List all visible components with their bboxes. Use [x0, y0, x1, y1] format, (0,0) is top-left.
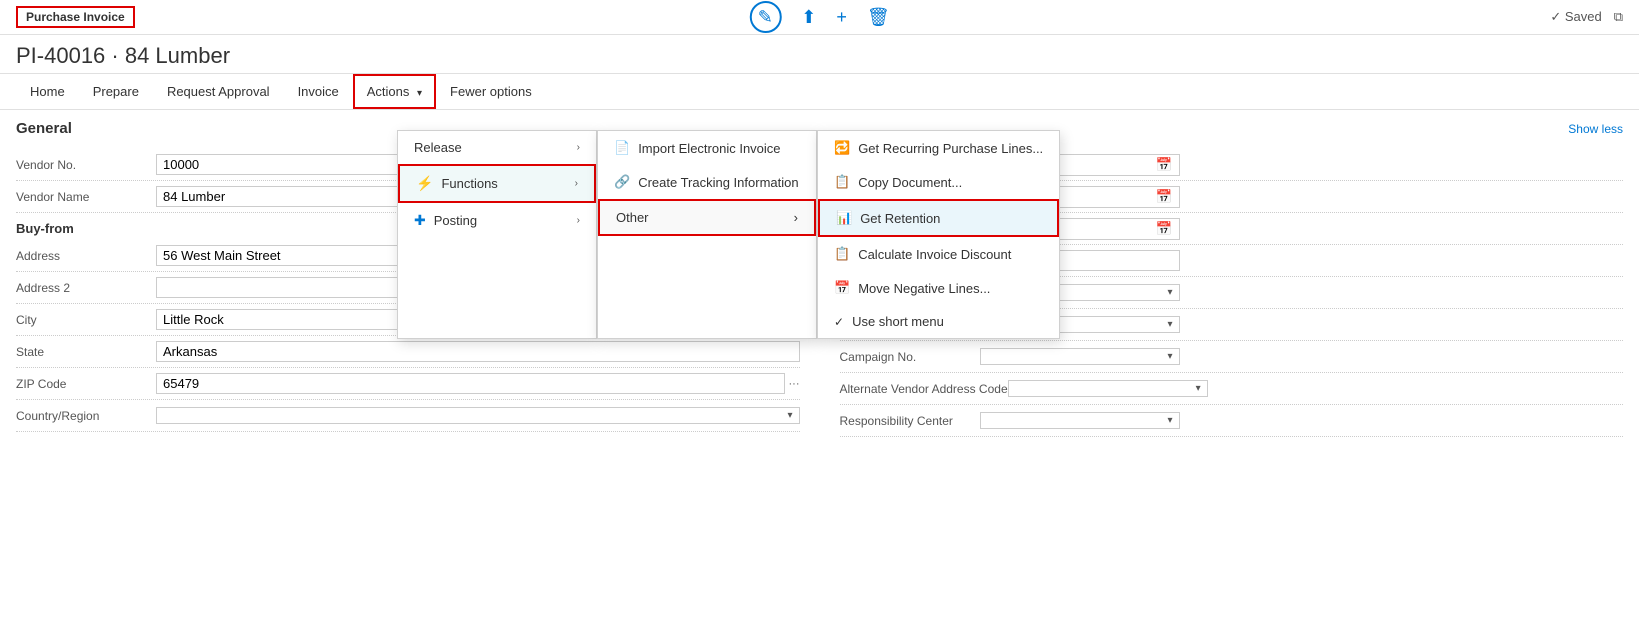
responsibility-row: Responsibility Center ▾ — [840, 405, 1624, 437]
import-electronic-label: Import Electronic Invoice — [638, 141, 780, 156]
third-item-copy-document[interactable]: 📋 Copy Document... — [818, 165, 1059, 199]
can-row: Campaign No. ▾ — [840, 341, 1624, 373]
responsibility-dropdown[interactable]: ▾ — [980, 412, 1180, 429]
posting-icon: ✚ — [414, 212, 426, 229]
country-label: Country/Region — [16, 409, 156, 423]
third-item-get-recurring[interactable]: 🔁 Get Recurring Purchase Lines... — [818, 131, 1059, 165]
address-label: Address — [16, 249, 156, 263]
tab-invoice[interactable]: Invoice — [284, 74, 353, 109]
show-less-button[interactable]: Show less — [1568, 122, 1623, 136]
tab-fewer-options[interactable]: Fewer options — [436, 74, 546, 109]
calculate-discount-label: Calculate Invoice Discount — [858, 247, 1011, 262]
functions-submenu: 📄 Import Electronic Invoice 🔗 Create Tra… — [597, 130, 817, 339]
alt-vendor-dropdown[interactable]: ▾ — [1008, 380, 1208, 397]
actions-arrow: ▾ — [417, 88, 422, 99]
get-retention-icon: 📊 — [836, 210, 852, 226]
state-row: State — [16, 336, 800, 368]
use-short-menu-check: ✓ — [834, 315, 844, 329]
share-icon[interactable]: ⬆ — [801, 7, 816, 28]
tab-prepare[interactable]: Prepare — [79, 74, 153, 109]
functions-label: Functions — [441, 176, 497, 191]
calculate-discount-icon: 📋 — [834, 246, 850, 262]
submenu-item-import-electronic[interactable]: 📄 Import Electronic Invoice — [598, 131, 816, 165]
copy-document-icon: 📋 — [834, 174, 850, 190]
header-right: ✓ Saved ⧉ — [1550, 9, 1623, 25]
country-dropdown-arrow: ▾ — [787, 410, 792, 421]
can-label: Campaign No. — [840, 350, 980, 364]
document-date-calendar[interactable]: 📅 — [1156, 189, 1173, 205]
state-label: State — [16, 345, 156, 359]
saved-status: ✓ Saved — [1550, 9, 1601, 25]
state-input[interactable] — [156, 341, 800, 362]
open-external-icon[interactable]: ⧉ — [1614, 9, 1623, 25]
use-short-menu-label: Use short menu — [852, 314, 944, 329]
functions-chevron: › — [575, 178, 578, 189]
get-recurring-icon: 🔁 — [834, 140, 850, 156]
zipcode-field-wrapper: ··· — [156, 373, 800, 394]
page-title-badge: Purchase Invoice — [16, 6, 135, 28]
delete-icon[interactable]: 🗑 — [867, 7, 890, 28]
due-date-calendar[interactable]: 📅 — [1156, 221, 1173, 237]
create-tracking-label: Create Tracking Information — [638, 175, 798, 190]
add-icon[interactable]: + — [836, 7, 847, 28]
zipcode-dots-button[interactable]: ··· — [789, 378, 800, 390]
submenu-item-create-tracking[interactable]: 🔗 Create Tracking Information — [598, 165, 816, 199]
tab-request-approval[interactable]: Request Approval — [153, 74, 284, 109]
move-negative-label: Move Negative Lines... — [858, 281, 990, 296]
posting-label: Posting — [434, 213, 477, 228]
can-dropdown[interactable]: ▾ — [980, 348, 1180, 365]
other-submenu: 🔁 Get Recurring Purchase Lines... 📋 Copy… — [817, 130, 1060, 339]
functions-icon: ⚡ — [416, 175, 433, 192]
third-item-get-retention[interactable]: 📊 Get Retention — [818, 199, 1059, 237]
alt-vendor-label: Alternate Vendor Address Code — [840, 382, 1008, 396]
country-row: Country/Region ▾ — [16, 400, 800, 432]
move-negative-icon: 📅 — [834, 280, 850, 296]
nav-tabs: Home Prepare Request Approval Invoice Ac… — [0, 74, 1639, 110]
get-recurring-label: Get Recurring Purchase Lines... — [858, 141, 1043, 156]
import-electronic-icon: 📄 — [614, 140, 630, 156]
posting-chevron: › — [577, 215, 580, 226]
get-retention-label: Get Retention — [860, 211, 940, 226]
vendor-no-label: Vendor No. — [16, 158, 156, 172]
dropdown-menu-overlay: Release › ⚡ Functions › ✚ Posting › 📄 Im… — [397, 130, 1060, 339]
menu-item-release[interactable]: Release › — [398, 131, 596, 164]
actions-dropdown-menu: Release › ⚡ Functions › ✚ Posting › — [397, 130, 597, 339]
country-dropdown[interactable]: ▾ — [156, 407, 800, 424]
section-title: General — [16, 120, 72, 137]
submenu-item-other[interactable]: Other › — [598, 199, 816, 236]
create-tracking-icon: 🔗 — [614, 174, 630, 190]
zipcode-row: ZIP Code ··· — [16, 368, 800, 400]
other-label: Other — [616, 210, 649, 225]
third-item-move-negative[interactable]: 📅 Move Negative Lines... — [818, 271, 1059, 305]
header-icons: ✎ ⬆ + 🗑 — [749, 1, 889, 33]
vendor-name-label: Vendor Name — [16, 190, 156, 204]
alt-vendor-row: Alternate Vendor Address Code ▾ — [840, 373, 1624, 405]
address2-label: Address 2 — [16, 281, 156, 295]
zipcode-input[interactable] — [156, 373, 785, 394]
third-item-use-short-menu[interactable]: ✓ Use short menu — [818, 305, 1059, 338]
city-label: City — [16, 313, 156, 327]
copy-document-label: Copy Document... — [858, 175, 962, 190]
edit-icon[interactable]: ✎ — [749, 1, 781, 33]
posting-date-calendar[interactable]: 📅 — [1156, 157, 1173, 173]
tab-actions[interactable]: Actions ▾ — [353, 74, 436, 109]
header: Purchase Invoice ✎ ⬆ + 🗑 ✓ Saved ⧉ — [0, 0, 1639, 35]
tab-home[interactable]: Home — [16, 74, 79, 109]
release-chevron: › — [577, 142, 580, 153]
menu-item-posting[interactable]: ✚ Posting › — [398, 203, 596, 238]
menu-item-functions[interactable]: ⚡ Functions › — [398, 164, 596, 203]
release-label: Release — [414, 140, 462, 155]
zipcode-label: ZIP Code — [16, 377, 156, 391]
responsibility-label: Responsibility Center — [840, 414, 980, 428]
other-chevron: › — [794, 210, 798, 225]
record-title: PI-40016 · 84 Lumber — [0, 35, 1639, 74]
third-item-calculate-discount[interactable]: 📋 Calculate Invoice Discount — [818, 237, 1059, 271]
